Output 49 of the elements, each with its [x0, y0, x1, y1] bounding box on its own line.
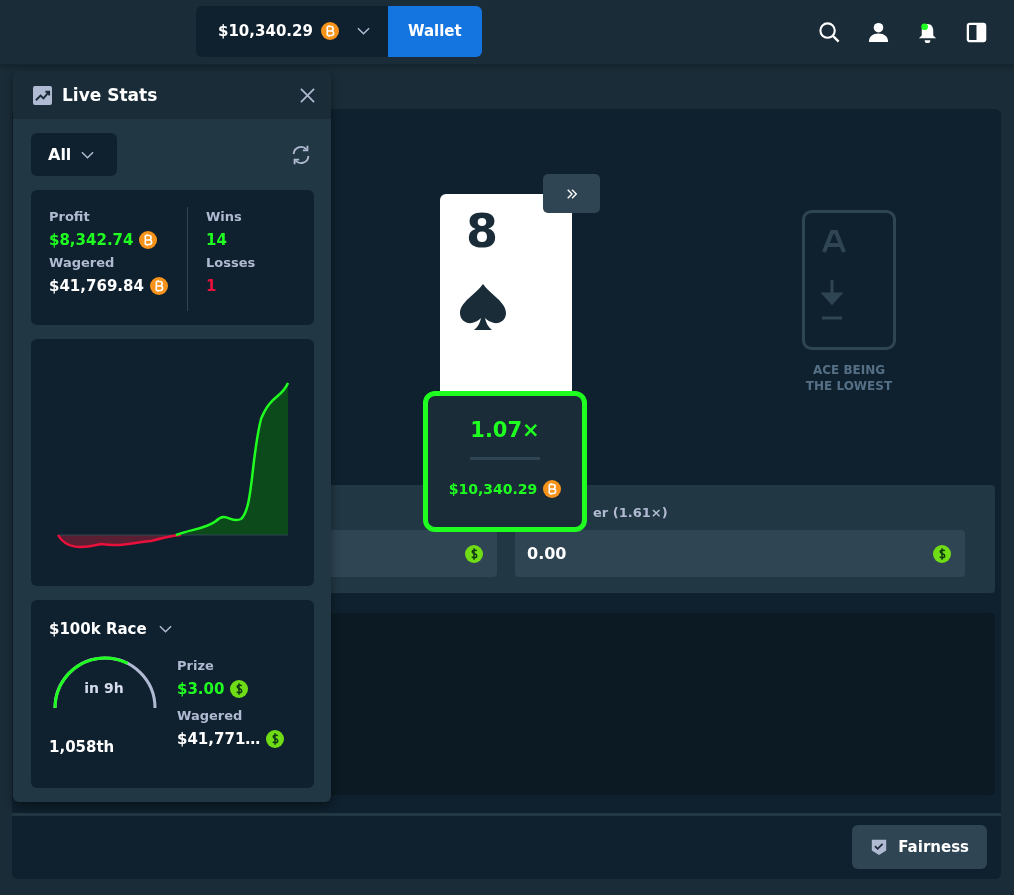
ace-lowest-card-icon	[802, 210, 896, 350]
stat-label: Wins	[206, 208, 243, 226]
dollar-coin-icon	[465, 544, 483, 563]
stat-label: Wagered	[177, 707, 244, 725]
stat-value: 14	[206, 230, 228, 251]
card-rank: 8	[466, 208, 498, 254]
bitcoin-icon	[543, 480, 562, 498]
stat-label: Wagered	[49, 254, 116, 272]
sidebar-toggle-icon[interactable]	[965, 20, 988, 44]
bitcoin-icon	[139, 231, 158, 249]
stat-label: Losses	[206, 254, 256, 272]
dollar-coin-icon	[933, 544, 951, 563]
fairness-button[interactable]: Fairness	[852, 825, 987, 869]
refresh-icon[interactable]	[290, 143, 312, 166]
user-icon[interactable]	[867, 20, 890, 44]
race-rank: 1,058th	[49, 738, 116, 756]
close-icon[interactable]	[300, 87, 315, 103]
payout-amount: $10,340.29	[448, 481, 538, 497]
stat-value: $3.00	[177, 679, 225, 700]
bitcoin-icon	[149, 277, 168, 295]
hint-text: ACE BEING THE LOWEST	[804, 362, 894, 394]
stat-value: $41,771…	[177, 729, 261, 750]
race-time-left: in 9h	[83, 680, 125, 696]
bitcoin-icon	[320, 22, 339, 40]
wallet-button[interactable]: Wallet	[387, 5, 482, 57]
stat-value: 1	[206, 276, 218, 297]
double-chevron-icon	[565, 187, 578, 200]
field-label: er (1.61×)	[592, 505, 669, 522]
stat-label: Prize	[177, 657, 215, 675]
stat-value: $8,342.74	[49, 230, 134, 251]
race-dropdown[interactable]: $100k Race	[49, 620, 296, 638]
dollar-coin-icon	[230, 680, 249, 698]
chevron-down-icon	[81, 150, 95, 159]
chevron-down-icon	[158, 625, 172, 633]
spade-icon	[458, 282, 508, 332]
payout-multiplier: 1.07×	[470, 418, 540, 442]
panel-title: Live Stats	[62, 85, 159, 105]
balance-amount: $10,340.29	[218, 22, 313, 40]
amount-field[interactable]: 0.00	[515, 530, 965, 577]
stat-label: Profit	[49, 208, 91, 226]
chevron-down-icon	[356, 27, 370, 35]
dollar-coin-icon	[266, 730, 285, 748]
skip-button[interactable]	[543, 174, 600, 213]
filter-dropdown[interactable]: All	[31, 133, 117, 176]
trend-chart-icon	[33, 85, 52, 105]
balance-selector[interactable]: $10,340.29	[196, 5, 388, 57]
search-icon[interactable]	[818, 20, 841, 44]
stat-value: $41,769.84	[49, 276, 144, 297]
shield-check-icon	[870, 838, 889, 856]
